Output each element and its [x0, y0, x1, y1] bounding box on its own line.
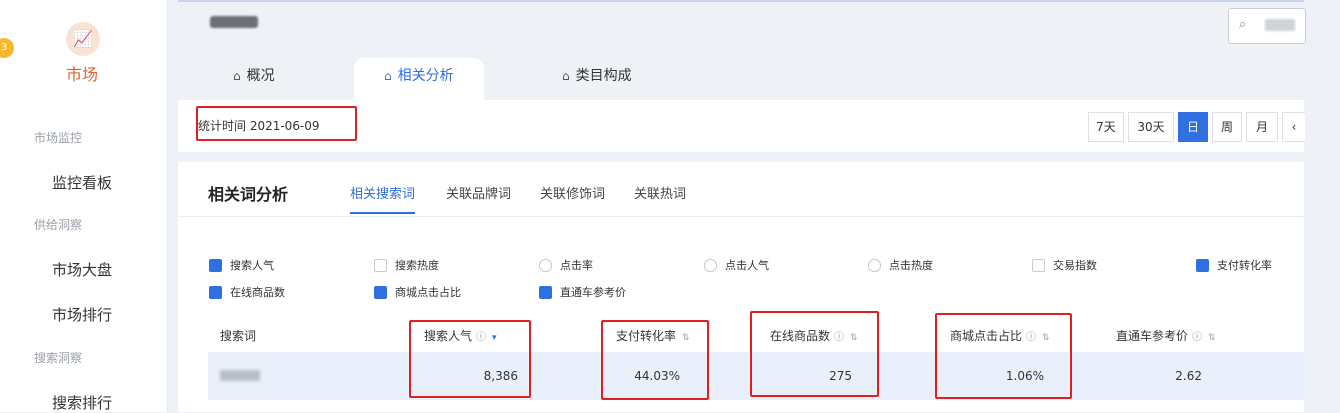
metric-checkbox-click-heat[interactable]: 点击热度: [868, 257, 933, 273]
sidebar-group-search: 搜索洞察: [34, 351, 83, 365]
tab-related-analysis[interactable]: ⌂ 相关分析: [354, 58, 484, 102]
info-icon[interactable]: ⓘ: [834, 332, 844, 343]
sort-icon[interactable]: ⇅: [1042, 333, 1050, 343]
cell-through-train-price: 2.62: [1175, 369, 1202, 383]
sidebar-item-market-ranking[interactable]: 市场排行: [52, 304, 112, 325]
metric-checkbox-trade-index[interactable]: 交易指数: [1032, 257, 1097, 273]
table-row[interactable]: 8,386 44.03% 275 1.06% 2.62: [208, 352, 1304, 400]
sidebar-market-label[interactable]: 市场: [66, 61, 98, 85]
metric-checkbox-click-rate[interactable]: 点击率: [539, 257, 593, 273]
range-day-button[interactable]: 日: [1178, 112, 1208, 142]
metric-checkbox-payment-conversion[interactable]: 支付转化率: [1196, 257, 1272, 273]
cell-mall-click-share: 1.06%: [1005, 369, 1044, 383]
metric-checkbox-mall-click-share[interactable]: 商城点击占比: [374, 284, 461, 300]
info-icon[interactable]: ⓘ: [1192, 332, 1202, 343]
search-input[interactable]: ⌕: [1228, 8, 1306, 44]
stat-time: 统计时间 2021-06-09: [198, 119, 320, 133]
cell-online-products: 275: [829, 369, 852, 383]
info-icon[interactable]: ⓘ: [476, 332, 486, 343]
metric-checkbox-click-popularity[interactable]: 点击人气: [704, 257, 769, 273]
keyword-blurred[interactable]: [220, 370, 260, 381]
divider: [178, 216, 1304, 217]
info-icon[interactable]: ⓘ: [1026, 332, 1036, 343]
column-header-payment-conversion[interactable]: 支付转化率 ⇅: [616, 327, 690, 344]
subtab-related-search-words[interactable]: 相关搜索词: [350, 183, 416, 214]
cell-payment-conversion: 44.03%: [634, 369, 680, 383]
search-text-blurred: [1265, 19, 1295, 31]
subtab-hot-words[interactable]: 关联热词: [634, 183, 686, 202]
chevron-left-icon[interactable]: ‹: [1282, 112, 1305, 142]
date-filter-bar: 统计时间 2021-06-09 7天 30天 日 周 月 ‹: [178, 100, 1305, 152]
sort-icon[interactable]: ⇅: [850, 333, 858, 343]
column-header-keyword: 搜索词: [220, 329, 257, 343]
metric-checkbox-search-popularity[interactable]: 搜索人气: [209, 257, 274, 273]
column-header-mall-click-share[interactable]: 商城点击占比 ⓘ ⇅: [950, 327, 1050, 344]
sort-icon[interactable]: ⇅: [682, 333, 690, 343]
range-week-button[interactable]: 周: [1212, 112, 1242, 142]
sidebar-item-search-ranking[interactable]: 搜索排行: [52, 392, 112, 413]
metric-checkbox-through-train-price[interactable]: 直通车参考价: [539, 284, 626, 300]
search-icon: ⌕: [1239, 17, 1247, 32]
subtab-brand-words[interactable]: 关联品牌词: [446, 183, 511, 202]
range-7d-button[interactable]: 7天: [1088, 112, 1124, 142]
panel-title: 相关词分析: [208, 185, 289, 204]
column-header-online-products[interactable]: 在线商品数 ⓘ ⇅: [770, 327, 858, 344]
sidebar-group-monitor: 市场监控: [34, 131, 83, 145]
sidebar-item-monitor-board[interactable]: 监控看板: [52, 172, 112, 193]
sort-icon[interactable]: ▾: [492, 333, 497, 343]
column-header-search-popularity[interactable]: 搜索人气 ⓘ ▾: [424, 327, 497, 344]
sidebar-group-supply: 供给洞察: [34, 218, 83, 232]
market-chart-icon[interactable]: 📈: [66, 22, 100, 56]
tab-category-composition[interactable]: ⌂ 类目构成: [562, 58, 632, 102]
sidebar: 3 📈 市场 市场监控 监控看板 供给洞察 市场大盘 市场排行 搜索洞察 搜索排…: [0, 0, 168, 412]
home-icon: ⌂: [562, 69, 570, 83]
sort-icon[interactable]: ⇅: [1208, 333, 1216, 343]
notification-badge[interactable]: 3: [0, 38, 14, 58]
sidebar-item-market-overview[interactable]: 市场大盘: [52, 259, 112, 280]
home-icon: ⌂: [384, 69, 392, 83]
range-30d-button[interactable]: 30天: [1128, 112, 1174, 142]
metric-checkbox-online-products[interactable]: 在线商品数: [209, 284, 285, 300]
cell-search-popularity: 8,386: [483, 369, 518, 383]
subtab-modifier-words[interactable]: 关联修饰词: [540, 183, 605, 202]
top-header: ⌕ ⌂ 概况 ⌂ 相关分析 ⌂ 类目构成: [178, 0, 1306, 102]
shop-name-blurred: [210, 16, 258, 28]
metric-checkbox-search-heat[interactable]: 搜索热度: [374, 257, 439, 273]
tab-overview[interactable]: ⌂ 概况: [233, 58, 275, 102]
column-header-through-train-price[interactable]: 直通车参考价 ⓘ ⇅: [1116, 327, 1216, 344]
range-month-button[interactable]: 月: [1246, 112, 1278, 142]
home-icon: ⌂: [233, 69, 241, 83]
related-words-panel: 相关词分析 相关搜索词 关联品牌词 关联修饰词 关联热词 搜索人气 搜索热度 点…: [178, 162, 1304, 412]
